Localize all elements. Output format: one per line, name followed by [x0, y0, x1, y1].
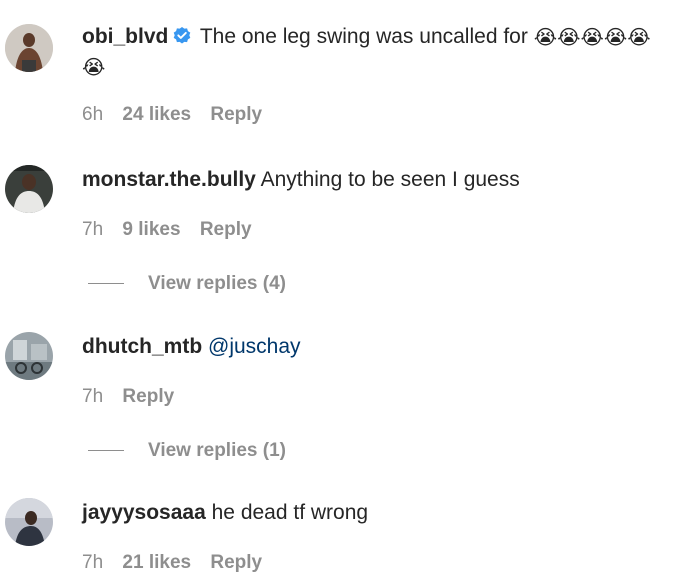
replies-divider [88, 450, 124, 451]
username[interactable]: obi_blvd [82, 25, 168, 48]
avatar-obi-blvd[interactable] [5, 24, 53, 72]
comment-line: jayyysosaaa he dead tf wrong [82, 498, 682, 528]
comment-line: monstar.the.bully Anything to be seen I … [82, 165, 682, 195]
username[interactable]: dhutch_mtb [82, 335, 202, 358]
comment-meta: 7h Reply [82, 386, 188, 408]
timestamp[interactable]: 7h [82, 386, 103, 407]
reply-button[interactable]: Reply [210, 104, 262, 125]
comment-meta: 6h 24 likes Reply [82, 104, 276, 126]
crying-emoji: 😭 [533, 27, 558, 49]
crying-emoji: 😭 [580, 27, 604, 49]
timestamp[interactable]: 7h [82, 552, 103, 573]
comment-line-wrap: 😭 [82, 52, 682, 82]
view-replies-label: View replies (1) [148, 440, 286, 461]
crying-emoji: 😭 [82, 57, 106, 79]
comment-text: The one leg swing was uncalled for [199, 25, 528, 48]
crying-emoji: 😭 [603, 27, 628, 49]
timestamp[interactable]: 6h [82, 104, 103, 125]
comment-text: he dead tf wrong [211, 501, 369, 524]
timestamp[interactable]: 7h [82, 219, 103, 240]
reply-button[interactable]: Reply [122, 386, 174, 407]
reply-button[interactable]: Reply [210, 552, 262, 573]
replies-divider [88, 283, 124, 284]
view-replies-button[interactable]: View replies (1) [88, 440, 286, 462]
username[interactable]: jayyysosaaa [82, 501, 206, 524]
likes-count[interactable]: 24 likes [122, 104, 191, 125]
likes-count[interactable]: 9 likes [122, 219, 180, 240]
comment-meta: 7h 9 likes Reply [82, 219, 266, 241]
crying-emoji: 😭 [627, 27, 651, 49]
view-replies-label: View replies (4) [148, 273, 286, 294]
verified-badge-icon [172, 25, 192, 55]
likes-count[interactable]: 21 likes [122, 552, 191, 573]
reply-button[interactable]: Reply [200, 219, 252, 240]
mention-link[interactable]: @juschay [208, 335, 301, 358]
avatar-jayyysosaaa[interactable] [5, 498, 53, 546]
comment-line: obi_blvd The one leg swing was uncalled … [82, 22, 682, 55]
view-replies-button[interactable]: View replies (4) [88, 273, 286, 295]
avatar-monstar-the-bully[interactable] [5, 165, 53, 213]
username[interactable]: monstar.the.bully [82, 168, 256, 191]
comment-meta: 7h 21 likes Reply [82, 552, 276, 574]
avatar-dhutch-mtb[interactable] [5, 332, 53, 380]
comment-text: Anything to be seen I guess [260, 168, 520, 191]
comment-line: dhutch_mtb @juschay [82, 332, 682, 362]
crying-emoji: 😭 [557, 27, 581, 49]
